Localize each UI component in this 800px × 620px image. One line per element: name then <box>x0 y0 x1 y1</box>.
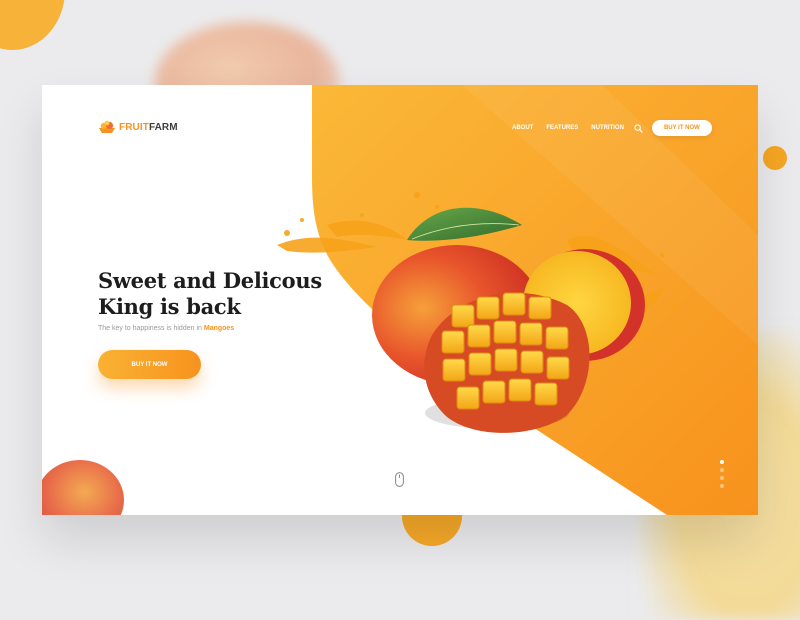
mouse-scroll-icon[interactable] <box>395 472 404 487</box>
carousel-dot-1[interactable] <box>720 460 724 464</box>
mango-hero-image <box>277 192 674 433</box>
decor-circle-top-left <box>0 0 65 50</box>
fruit-basket-icon <box>99 120 115 133</box>
nav-link-nutrition[interactable]: NUTRITION <box>591 125 624 131</box>
brand-logo[interactable]: FRUITFARM <box>98 120 178 134</box>
decor-circle-right <box>763 146 787 170</box>
hero-buy-button[interactable]: BUY IT NOW <box>98 350 201 379</box>
carousel-dot-2[interactable] <box>720 468 724 472</box>
carousel-dot-4[interactable] <box>720 484 724 488</box>
carousel-dot-3[interactable] <box>720 476 724 480</box>
nav-link-features[interactable]: FEATURES <box>546 125 578 131</box>
brand-name: FRUITFARM <box>119 121 178 133</box>
hero-subtitle-text: The key to happiness is hidden in <box>98 325 204 332</box>
nav-link-about[interactable]: ABOUT <box>512 125 533 131</box>
nav-buy-button[interactable]: BUY IT NOW <box>651 120 712 136</box>
corner-mango-image <box>42 460 124 515</box>
hero-subtitle-highlight: Mangoes <box>203 325 235 332</box>
carousel-pagination <box>720 460 726 492</box>
search-icon[interactable] <box>634 123 643 133</box>
hero-subtitle: The key to happiness is hidden in Mangoe… <box>98 325 234 332</box>
landing-card: FRUITFARM ABOUT FEATURES NUTRITION BUY I… <box>42 85 758 515</box>
top-navigation: ABOUT FEATURES NUTRITION BUY IT NOW <box>512 120 712 136</box>
